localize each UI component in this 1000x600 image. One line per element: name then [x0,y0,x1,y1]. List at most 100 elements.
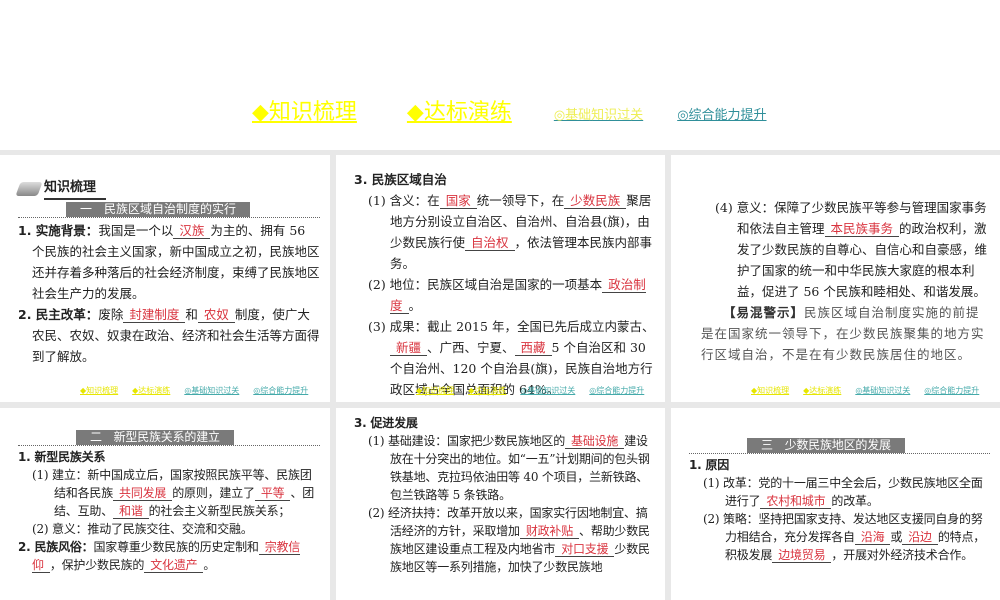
nav-basic-knowledge[interactable]: ◎基础知识过关 [554,104,643,123]
answer-blank: 农村和城市 [760,494,832,509]
section-title: 一 民族区域自治制度的实行 [66,202,251,217]
answer-blank: 文化遗产 [144,558,204,573]
paragraph: (1) 基础建设：国家把少数民族地区的 基础设施 建设放在十分突出的地位。如“一五”… [354,432,655,504]
footer-nav: ◆知识梳理 ◆达标演练 ◎基础知识过关 ◎综合能力提升 [416,385,644,396]
panel-5: 3. 促进发展 (1) 基础建设：国家把少数民族地区的 基础设施 建设放在十分突出的… [336,408,665,600]
paragraph: (1) 含义：在 国家 统一领导下，在 少数民族 聚居地方分别设立自治区、自治州、自治县… [354,190,655,274]
item-heading: 2. 民族风俗： [18,540,94,554]
item-heading: 1. 原因 [689,458,730,472]
footer-nav-link[interactable]: ◆达标演练 [468,385,506,396]
panel-4: 二 新型民族关系的建立 1. 新型民族关系 (1) 建立：新中国成立后，国家按照民… [0,408,330,600]
panel-1: 知识梳理 一 民族区域自治制度的实行 1. 实施背景：我国是一个以 汉族 为主的、拥… [0,155,330,402]
footer-nav-link[interactable]: ◆知识梳理 [416,385,454,396]
paragraph: 2. 民主改革：废除 封建制度和农奴 制度，使广大农民、农奴、奴隶在政治、经济和社会… [18,304,320,367]
panel-2: 3. 民族区域自治 (1) 含义：在 国家 统一领导下，在 少数民族 聚居地方分别设立自… [336,155,665,402]
answer-blank: 封建制度 [123,307,186,323]
paragraph: (2) 策略：坚持把国家支持、发达地区支援同自身的努力相结合，充分发挥各自 沿海或… [689,510,990,564]
section-header: 三 少数民族地区的发展 [689,438,990,454]
answer-blank: 少数民族 [564,193,627,209]
text: 的改革。 [831,494,879,508]
footer-nav: ◆知识梳理 ◆达标演练 ◎基础知识过关 ◎综合能力提升 [751,385,979,396]
nav-comprehensive-ability[interactable]: ◎综合能力提升 [677,104,766,123]
paragraph: (2) 经济扶持：改革开放以来，国家实行因地制宜、搞活经济的方针，采取增加 财政补… [354,504,655,576]
item-heading: 1. 新型民族关系 [18,450,106,464]
slide-grid: 知识梳理 一 民族区域自治制度的实行 1. 实施背景：我国是一个以 汉族 为主的、拥… [0,150,1000,600]
answer-blank: 对口支援 [555,542,615,557]
text: 、广西、宁夏、 [427,340,515,355]
item-heading: 2. 民主改革： [18,307,99,322]
text: (3) 成果：截止 2015 年，全国已先后成立内蒙古、 [368,319,655,334]
answer-blank: 基础设施 [565,434,625,449]
text: 统一领导下，在 [476,193,565,208]
panel-body: 1. 实施背景：我国是一个以 汉族 为主的、拥有 56 个民族的社会主义国家，新中国… [18,220,320,367]
answer-blank: 平等 [254,486,291,501]
warning-note: 【易混警示】民族区域自治制度实施的前提是在国家统一领导下，在少数民族聚集的地方实… [701,302,990,365]
text: (2) 地位：民族区域自治是国家的一项基本 [368,277,603,292]
footer-nav-link[interactable]: ◎综合能力提升 [924,385,979,396]
knowledge-title: 知识梳理 [15,177,320,200]
panel-body: (4) 意义：保障了少数民族平等参与管理国家事务和依法自主管理 本民族事务 的政治权… [701,197,990,302]
text: 我国是一个以 [98,223,174,238]
answer-blank: 本民族事务 [824,221,900,237]
panel-body: (1) 含义：在 国家 统一领导下，在 少数民族 聚居地方分别设立自治区、自治州、自治县… [354,190,655,400]
section-header: 一 民族区域自治制度的实行 [18,202,320,218]
paragraph: (4) 意义：保障了少数民族平等参与管理国家事务和依法自主管理 本民族事务 的政治权… [701,197,990,302]
nav-knowledge-review[interactable]: ◆知识梳理 [252,94,357,126]
text: 废除 [98,307,124,322]
top-navigation: ◆知识梳理 ◆达标演练 ◎基础知识过关 ◎综合能力提升 [252,92,767,126]
footer-nav-link[interactable]: ◆知识梳理 [751,385,789,396]
paragraph: 2. 民族风俗：国家尊重少数民族的历史定制和 宗教信仰 ，保护少数民族的 文化遗产。 [18,538,320,574]
paragraph: 1. 原因 [689,456,990,474]
text: 的原则，建立了 [172,486,255,500]
answer-blank: 西藏 [514,340,552,356]
answer-blank: 自治权 [465,235,515,251]
footer-nav-link[interactable]: ◎综合能力提升 [589,385,644,396]
knowledge-title-label: 知识梳理 [44,177,107,200]
text: 。 [203,558,216,572]
text: 或 [890,530,903,544]
footer-nav-link[interactable]: ◎基础知识过关 [184,385,239,396]
panel-body: 1. 原因 (1) 改革：党的十一届三中全会后，少数民族地区全面进行了 农村和城市的… [689,456,990,564]
text: 的社会主义新型民族关系； [148,504,291,518]
paragraph: 1. 新型民族关系 [18,448,320,466]
paragraph: (2) 意义：推动了民族交往、交流和交融。 [18,520,320,538]
warning-label: 【易混警示】 [723,305,805,320]
section-header: 二 新型民族关系的建立 [18,430,320,446]
footer-nav-link[interactable]: ◆知识梳理 [80,385,118,396]
text: (2) 意义：推动了民族交往、交流和交融。 [32,522,253,536]
footer-nav-link[interactable]: ◆达标演练 [803,385,841,396]
panel-3: (4) 意义：保障了少数民族平等参与管理国家事务和依法自主管理 本民族事务 的政治权… [671,155,1000,402]
answer-blank: 边境贸易 [772,548,832,563]
text: (1) 基础建设：国家把少数民族地区的 [368,434,566,448]
panel-body: (1) 基础建设：国家把少数民族地区的 基础设施 建设放在十分突出的地位。如“一五”… [354,432,655,576]
panel-body: 1. 新型民族关系 (1) 建立：新中国成立后，国家按照民族平等、民族团结和各民族… [18,448,320,574]
text: ，开展对外经济技术合作。 [831,548,974,562]
footer-nav-link[interactable]: ◎基础知识过关 [520,385,575,396]
answer-blank: 和谐 [113,504,149,519]
answer-blank: 沿边 [902,530,938,545]
paragraph: (1) 改革：党的十一届三中全会后，少数民族地区全面进行了 农村和城市 的改革。 [689,474,990,510]
paragraph: (2) 地位：民族区域自治是国家的一项基本 政治制度。 [354,274,655,316]
paragraph: (1) 建立：新中国成立后，国家按照民族平等、民族团结和各民族 共同发展 的原则，建… [18,466,320,520]
answer-blank: 新疆 [390,340,428,356]
answer-blank: 国家 [439,193,477,209]
footer-nav: ◆知识梳理 ◆达标演练 ◎基础知识过关 ◎综合能力提升 [80,385,308,396]
item-heading: 1. 实施背景： [18,223,99,238]
text: 和 [185,307,198,322]
text: ，保护少数民族的 [49,558,145,572]
book-icon [15,181,43,196]
footer-nav-link[interactable]: ◎基础知识过关 [855,385,910,396]
section-title: 二 新型民族关系的建立 [76,430,234,445]
answer-blank: 共同发展 [113,486,173,501]
answer-blank: 财政补贴 [519,524,580,539]
answer-blank: 沿海 [854,530,891,545]
paragraph: 1. 实施背景：我国是一个以 汉族 为主的、拥有 56 个民族的社会主义国家，新中国… [18,220,320,304]
answer-blank: 农奴 [197,307,235,323]
footer-nav-link[interactable]: ◎综合能力提升 [253,385,308,396]
text: (1) 含义：在 [368,193,440,208]
panel-6: 三 少数民族地区的发展 1. 原因 (1) 改革：党的十一届三中全会后，少数民族地… [671,408,1000,600]
section-heading: 3. 促进发展 [354,416,418,430]
nav-practice[interactable]: ◆达标演练 [407,94,532,126]
footer-nav-link[interactable]: ◆达标演练 [132,385,170,396]
text: 国家尊重少数民族的历史定制和 [93,540,259,554]
